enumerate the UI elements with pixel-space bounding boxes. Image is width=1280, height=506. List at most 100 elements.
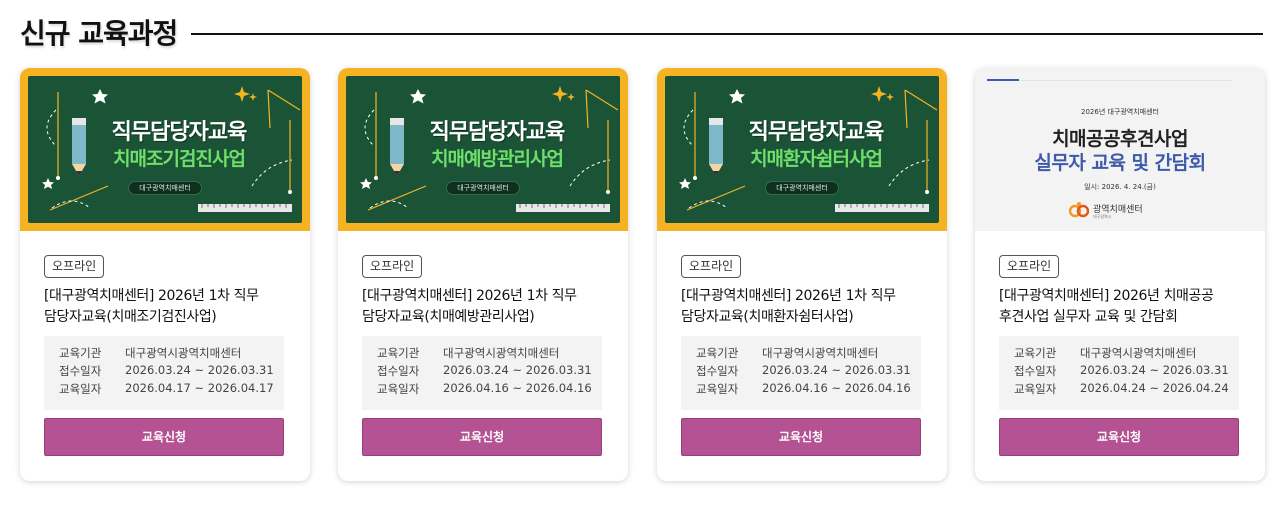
sparkle-icon [552, 86, 575, 102]
info-label: 교육기관 [1014, 346, 1057, 360]
card-body: 오프라인 [대구광역치매센터] 2026년 1차 직무 담당자교육(치매환자쉼터… [681, 255, 923, 410]
info-label: 접수일자 [696, 364, 739, 378]
section-header: 신규 교육과정 [20, 12, 1263, 52]
info-row-institution: 교육기관 대구광역시광역치매센터 [59, 345, 284, 363]
info-row-institution: 교육기관 대구광역시광역치매센터 [696, 345, 921, 363]
thumbnail-org-pill: 대구광역치매센터 [765, 181, 839, 195]
thumbnail-subtitle: 치매조기검진사업 [113, 148, 246, 170]
info-label: 교육일자 [377, 382, 420, 396]
info-value: 2026.03.24 ~ 2026.03.31 [1080, 363, 1229, 377]
info-label: 교육기관 [59, 346, 102, 360]
info-value: 대구광역시광역치매센터 [1080, 346, 1197, 360]
thumbnail-subtitle: 치매예방관리사업 [431, 148, 564, 170]
info-label: 접수일자 [59, 364, 102, 378]
course-title-line: 후견사업 실무자 교육 및 간담회 [999, 309, 1178, 325]
course-title[interactable]: [대구광역치매센터] 2026년 1차 직무 담당자교육(치매환자쉼터사업) [681, 286, 923, 328]
poster-subtitle: 실무자 교육 및 간담회 [1034, 152, 1206, 174]
course-title[interactable]: [대구광역치매센터] 2026년 1차 직무 담당자교육(치매예방관리사업) [362, 286, 604, 328]
info-value: 대구광역시광역치매센터 [443, 346, 560, 360]
sparkle-icon [234, 86, 257, 102]
card-body: 오프라인 [대구광역치매센터] 2026년 1차 직무 담당자교육(치매예방관리… [362, 255, 604, 410]
star-icon [92, 89, 108, 104]
info-row-education-date: 교육일자 2026.04.24 ~ 2026.04.24 [1014, 381, 1239, 399]
info-row-institution: 교육기관 대구광역시광역치매센터 [377, 345, 602, 363]
course-title[interactable]: [대구광역치매센터] 2026년 치매공공 후견사업 실무자 교육 및 간담회 [999, 286, 1241, 328]
thumbnail-title: 직무담당자교육 [111, 120, 248, 145]
course-title-line: [대구광역치매센터] 2026년 1차 직무 [681, 288, 896, 304]
poster-organizer: 2026년 대구광역치매센터 [1081, 108, 1159, 116]
course-card[interactable]: 2026년 대구광역치매센터 치매공공후견사업 실무자 교육 및 간담회 일시:… [975, 68, 1265, 481]
info-label: 접수일자 [377, 364, 420, 378]
info-label: 교육일자 [696, 382, 739, 396]
info-value: 2026.03.24 ~ 2026.03.31 [125, 363, 274, 377]
star-icon [42, 178, 54, 189]
info-row-registration: 접수일자 2026.03.24 ~ 2026.03.31 [59, 363, 284, 381]
course-card-list: 직무담당자교육 치매조기검진사업 대구광역치매센터 오프라인 [대구광역치매센터… [20, 68, 1268, 482]
info-label: 교육기관 [377, 346, 420, 360]
apply-button[interactable]: 교육신청 [681, 418, 921, 456]
logo-icon [1069, 202, 1089, 218]
ruler-icon [198, 204, 292, 212]
apply-button[interactable]: 교육신청 [362, 418, 602, 456]
thumbnail-title: 직무담당자교육 [429, 120, 566, 145]
info-label: 교육기관 [696, 346, 739, 360]
poster-date: 일시: 2026. 4. 24.(금) [1084, 183, 1156, 191]
apply-button[interactable]: 교육신청 [44, 418, 284, 456]
course-card[interactable]: 직무담당자교육 치매환자쉼터사업 대구광역치매센터 오프라인 [대구광역치매센터… [657, 68, 947, 481]
course-title-line: [대구광역치매센터] 2026년 1차 직무 [44, 288, 259, 304]
course-thumbnail[interactable]: 직무담당자교육 치매예방관리사업 대구광역치매센터 [338, 68, 628, 231]
course-title-line: 담당자교육(치매예방관리사업) [362, 309, 535, 325]
info-label: 교육일자 [1014, 382, 1057, 396]
format-badge: 오프라인 [999, 255, 1060, 278]
header-divider [191, 33, 1263, 35]
info-row-education-date: 교육일자 2026.04.16 ~ 2026.04.16 [696, 381, 921, 399]
info-label: 접수일자 [1014, 364, 1057, 378]
thumbnail-org-pill: 대구광역치매센터 [446, 181, 520, 195]
info-row-registration: 접수일자 2026.03.24 ~ 2026.03.31 [1014, 363, 1239, 381]
info-value: 2026.04.16 ~ 2026.04.16 [443, 381, 592, 395]
info-value: 2026.03.24 ~ 2026.03.31 [762, 363, 911, 377]
course-thumbnail[interactable]: 직무담당자교육 치매조기검진사업 대구광역치매센터 [20, 68, 310, 231]
course-thumbnail[interactable]: 2026년 대구광역치매센터 치매공공후견사업 실무자 교육 및 간담회 일시:… [975, 68, 1265, 231]
card-body: 오프라인 [대구광역치매센터] 2026년 치매공공 후견사업 실무자 교육 및… [999, 255, 1241, 410]
apply-button[interactable]: 교육신청 [999, 418, 1239, 456]
info-value: 대구광역시광역치매센터 [762, 346, 879, 360]
course-title-line: 담당자교육(치매조기검진사업) [44, 309, 217, 325]
course-card[interactable]: 직무담당자교육 치매예방관리사업 대구광역치매센터 오프라인 [대구광역치매센터… [338, 68, 628, 481]
poster-title: 치매공공후견사업 [1052, 128, 1188, 150]
thumbnail-title: 직무담당자교육 [748, 120, 885, 145]
info-value: 2026.04.16 ~ 2026.04.16 [762, 381, 911, 395]
course-title-line: [대구광역치매센터] 2026년 1차 직무 [362, 288, 577, 304]
course-title-line: [대구광역치매센터] 2026년 치매공공 [999, 288, 1214, 304]
star-icon [360, 178, 372, 189]
course-info-box: 교육기관 대구광역시광역치매센터 접수일자 2026.03.24 ~ 2026.03… [362, 336, 602, 410]
poster-logo: 광역치매센터 대구광역시 [1069, 199, 1179, 221]
section-title: 신규 교육과정 [20, 17, 178, 50]
format-badge: 오프라인 [44, 255, 105, 278]
poster-top-line [987, 80, 1231, 81]
ruler-icon [835, 204, 929, 212]
info-value: 2026.04.24 ~ 2026.04.24 [1080, 381, 1229, 395]
card-body: 오프라인 [대구광역치매센터] 2026년 1차 직무 담당자교육(치매조기검진… [44, 255, 286, 410]
format-badge: 오프라인 [362, 255, 423, 278]
course-card[interactable]: 직무담당자교육 치매조기검진사업 대구광역치매센터 오프라인 [대구광역치매센터… [20, 68, 310, 481]
course-title-line: 담당자교육(치매환자쉼터사업) [681, 309, 854, 325]
course-thumbnail[interactable]: 직무담당자교육 치매환자쉼터사업 대구광역치매센터 [657, 68, 947, 231]
info-row-registration: 접수일자 2026.03.24 ~ 2026.03.31 [696, 363, 921, 381]
star-icon [729, 89, 745, 104]
poster-logo-subtext: 대구광역시 [1093, 214, 1112, 219]
poster-top-accent [987, 79, 1019, 81]
thumbnail-org-pill: 대구광역치매센터 [128, 181, 202, 195]
course-info-box: 교육기관 대구광역시광역치매센터 접수일자 2026.03.24 ~ 2026.03… [999, 336, 1239, 410]
format-badge: 오프라인 [681, 255, 742, 278]
course-title[interactable]: [대구광역치매센터] 2026년 1차 직무 담당자교육(치매조기검진사업) [44, 286, 286, 328]
course-info-box: 교육기관 대구광역시광역치매센터 접수일자 2026.03.24 ~ 2026.03… [681, 336, 921, 410]
info-value: 2026.03.24 ~ 2026.03.31 [443, 363, 592, 377]
ruler-icon [516, 204, 610, 212]
info-value: 대구광역시광역치매센터 [125, 346, 242, 360]
info-row-education-date: 교육일자 2026.04.16 ~ 2026.04.16 [377, 381, 602, 399]
sparkle-icon [871, 86, 894, 102]
thumbnail-subtitle: 치매환자쉼터사업 [750, 148, 883, 170]
info-value: 2026.04.17 ~ 2026.04.17 [125, 381, 274, 395]
star-icon [410, 89, 426, 104]
